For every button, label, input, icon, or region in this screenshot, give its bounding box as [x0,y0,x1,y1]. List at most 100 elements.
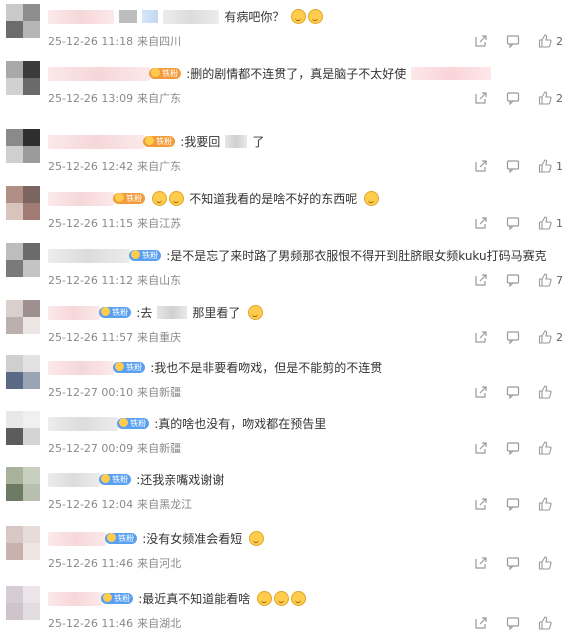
comment-date: 25-12-26 11:18 [48,35,134,48]
avatar[interactable] [6,129,40,163]
thumbs-up-icon[interactable] [538,441,552,455]
share-icon[interactable] [474,273,488,287]
emoji-icon [274,591,290,606]
comment-icon[interactable] [506,34,520,48]
username-blurred[interactable] [48,248,130,263]
fan-badge: 铁粉 [149,68,182,79]
share-icon[interactable] [474,497,488,511]
thumbs-up-icon[interactable] [538,34,552,48]
username-blurred[interactable] [48,591,102,606]
share-icon[interactable] [474,91,488,105]
comment-text: :没有女频准会看短 [142,532,243,546]
comment-icon[interactable] [506,330,520,344]
avatar[interactable] [6,4,40,38]
comment-item: 铁粉 :还我亲嘴戏谢谢 25-12-26 12:04 来自黑龙江 [0,463,570,519]
comment-location: 来自黑龙江 [137,498,193,511]
username-blurred[interactable] [48,191,114,206]
comment-icon[interactable] [506,273,520,287]
thumbs-up-icon[interactable] [538,330,552,344]
username-blurred[interactable] [48,416,118,431]
comment-item: 铁粉 :最近真不知道能看啥 25-12-26 11:46 来自湖北 [0,582,570,638]
thumbs-up-icon[interactable] [538,497,552,511]
comment-icon[interactable] [506,385,520,399]
thumbs-up-icon[interactable] [538,616,552,630]
emoji-icon [247,305,263,320]
username-blurred[interactable] [48,66,150,81]
comment-text: 不知道我看的是啥不好的东西呢 [189,192,358,206]
avatar[interactable] [6,300,40,334]
comment-icon[interactable] [506,159,520,173]
comment-icon[interactable] [506,616,520,630]
share-icon[interactable] [474,216,488,230]
comment-date: 25-12-26 12:04 [48,498,134,511]
thumbs-up-icon[interactable] [538,273,552,287]
thumbs-up-icon[interactable] [538,91,552,105]
emoji-icon [291,591,307,606]
comment-text: 有病吧你？ [224,10,285,24]
like-count: 7 [556,273,563,287]
share-icon[interactable] [474,616,488,630]
comment-icon[interactable] [506,497,520,511]
emoji-icon [308,9,324,24]
comment-icon[interactable] [506,216,520,230]
emoji-icon [364,191,380,206]
comment-icon[interactable] [506,91,520,105]
share-icon[interactable] [474,34,488,48]
share-icon[interactable] [474,385,488,399]
username-blurred[interactable] [48,134,144,149]
comment-location: 来自广东 [137,160,182,173]
comment-text: :我要回 [180,135,221,149]
censored-mosaic [142,10,159,23]
comment-icon[interactable] [506,441,520,455]
username-blurred[interactable] [48,305,100,320]
comment-date: 25-12-26 11:12 [48,274,134,287]
comment-text: :我也不是非要看吻戏，但是不能剪的不连贯 [150,361,383,375]
username-blurred[interactable] [48,360,114,375]
avatar[interactable] [6,526,40,560]
thumbs-up-icon[interactable] [538,385,552,399]
comment-item: 铁粉 :我要回 了 25-12-26 12:42 来自广东 1 [0,125,570,181]
share-icon[interactable] [474,441,488,455]
share-icon[interactable] [474,556,488,570]
avatar[interactable] [6,243,40,277]
username-blurred[interactable] [48,531,106,546]
like-count: 2 [556,34,563,48]
emoji-icon [169,191,185,206]
avatar[interactable] [6,186,40,220]
comment-text: :去 [136,306,153,320]
username-blurred [163,9,220,24]
comment-item: 铁粉 :删的剧情都不连贯了，真是脑子不太好使 25-12-26 13:09 来自广… [0,57,570,113]
comment-location: 来自河北 [137,557,182,570]
comment-text: :真的啥也没有，吻戏都在预告里 [154,417,327,431]
username-blurred[interactable] [48,472,100,487]
username-blurred[interactable] [48,9,114,24]
censored-mosaic [157,306,188,319]
censored-mosaic [119,10,138,23]
avatar[interactable] [6,411,40,445]
emoji-icon [257,591,273,606]
fan-badge: 铁粉 [113,193,146,204]
emoji-icon [249,531,265,546]
comment-item: 铁粉 :我也不是非要看吻戏，但是不能剪的不连贯 25-12-27 00:10 来自… [0,351,570,407]
comment-text-after: 了 [252,135,265,149]
avatar[interactable] [6,467,40,501]
avatar[interactable] [6,61,40,95]
comment-date: 25-12-27 00:09 [48,442,134,455]
comment-text-after: 那里看了 [192,306,241,320]
comment-location: 来自山东 [137,274,182,287]
fan-badge: 铁粉 [113,362,146,373]
share-icon[interactable] [474,159,488,173]
avatar[interactable] [6,355,40,389]
thumbs-up-icon[interactable] [538,216,552,230]
thumbs-up-icon[interactable] [538,556,552,570]
comment-text: :还我亲嘴戏谢谢 [136,473,225,487]
thumbs-up-icon[interactable] [538,159,552,173]
like-count: 2 [556,330,563,344]
comment-text: :是不是忘了来时路了男频那衣服恨不得开到肚脐眼女频kuku打码马赛克 [166,249,547,263]
comment-icon[interactable] [506,556,520,570]
comment-item: 铁粉 :是不是忘了来时路了男频那衣服恨不得开到肚脐眼女频kuku打码马赛克 25… [0,239,570,295]
fan-badge: 铁粉 [101,593,134,604]
share-icon[interactable] [474,330,488,344]
like-count: 2 [556,91,563,105]
avatar[interactable] [6,586,40,620]
